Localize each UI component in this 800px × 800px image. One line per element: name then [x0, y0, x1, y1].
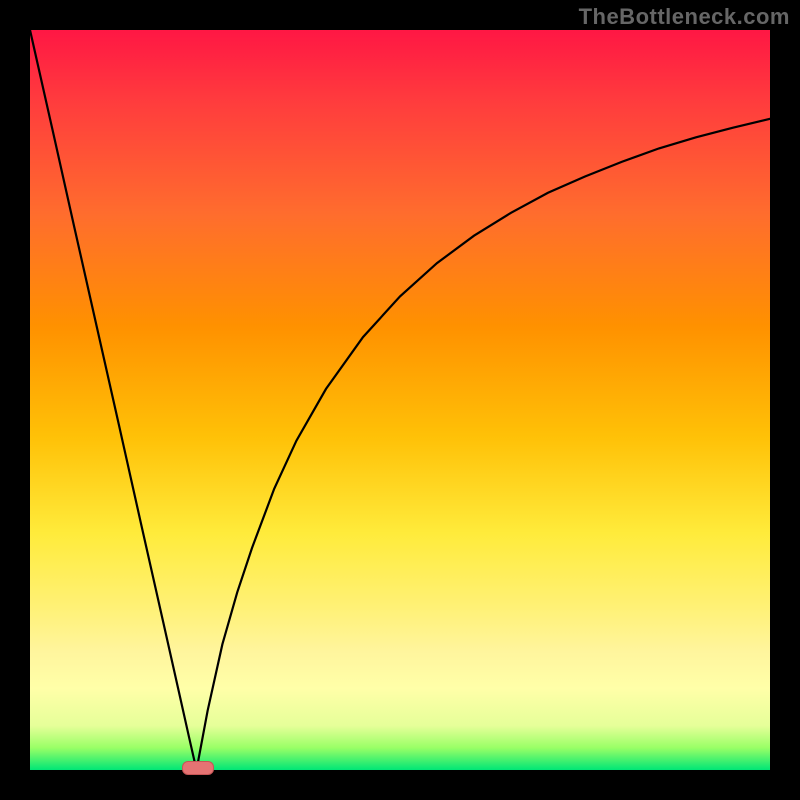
curve-left-branch: [30, 30, 197, 770]
plot-area: [30, 30, 770, 770]
curve-svg: [30, 30, 770, 770]
bottleneck-marker: [182, 761, 214, 775]
chart-container: TheBottleneck.com: [0, 0, 800, 800]
watermark-text: TheBottleneck.com: [579, 4, 790, 30]
curve-right-branch: [197, 119, 771, 770]
